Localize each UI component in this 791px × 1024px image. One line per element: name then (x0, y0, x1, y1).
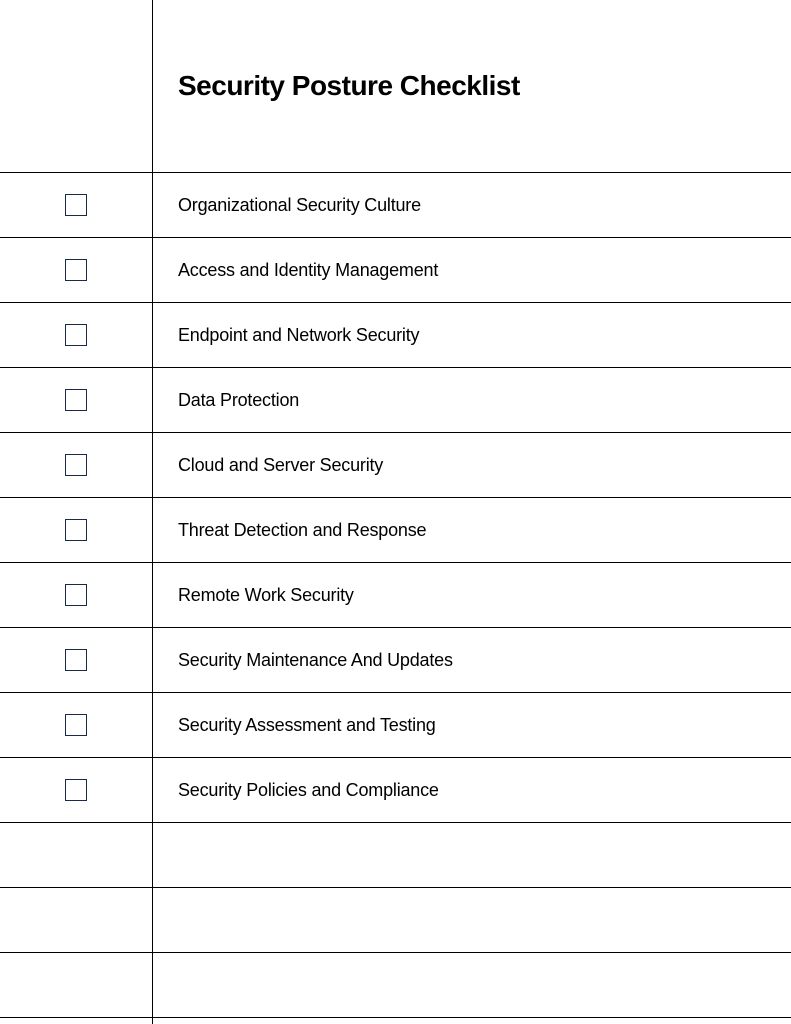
checkbox[interactable] (65, 714, 87, 736)
checklist-row: Threat Detection and Response (0, 498, 791, 563)
checklist-item-label: Threat Detection and Response (152, 520, 426, 541)
page: Security Posture Checklist Organizationa… (0, 0, 791, 1024)
checkbox[interactable] (65, 454, 87, 476)
page-title: Security Posture Checklist (178, 70, 520, 102)
checkbox-cell (0, 324, 152, 346)
checklist-item-label: Security Maintenance And Updates (152, 650, 453, 671)
checkbox-cell (0, 259, 152, 281)
checklist-item-label: Remote Work Security (152, 585, 354, 606)
checkbox[interactable] (65, 584, 87, 606)
checklist-item-label: Endpoint and Network Security (152, 325, 419, 346)
checkbox-cell (0, 454, 152, 476)
checklist: Organizational Security Culture Access an… (0, 172, 791, 1018)
vertical-divider (152, 0, 153, 1024)
checklist-row: Cloud and Server Security (0, 433, 791, 498)
checklist-item-label: Cloud and Server Security (152, 455, 383, 476)
checkbox[interactable] (65, 649, 87, 671)
checklist-row: Endpoint and Network Security (0, 303, 791, 368)
checkbox[interactable] (65, 779, 87, 801)
checklist-item-label: Security Policies and Compliance (152, 780, 439, 801)
checklist-row: Remote Work Security (0, 563, 791, 628)
checkbox[interactable] (65, 324, 87, 346)
checklist-row: Security Assessment and Testing (0, 693, 791, 758)
checklist-item-label: Organizational Security Culture (152, 195, 421, 216)
checkbox-cell (0, 714, 152, 736)
checklist-row: Data Protection (0, 368, 791, 433)
checkbox[interactable] (65, 519, 87, 541)
checklist-row (0, 823, 791, 888)
checklist-row (0, 953, 791, 1018)
checkbox-cell (0, 584, 152, 606)
checkbox[interactable] (65, 194, 87, 216)
checkbox[interactable] (65, 259, 87, 281)
checklist-row (0, 888, 791, 953)
checkbox-cell (0, 194, 152, 216)
checklist-row: Access and Identity Management (0, 238, 791, 303)
checkbox-cell (0, 779, 152, 801)
checklist-item-label: Security Assessment and Testing (152, 715, 436, 736)
header: Security Posture Checklist (0, 0, 791, 172)
checklist-item-label: Data Protection (152, 390, 299, 411)
checklist-item-label: Access and Identity Management (152, 260, 438, 281)
checkbox-cell (0, 389, 152, 411)
checklist-row: Security Policies and Compliance (0, 758, 791, 823)
checkbox-cell (0, 519, 152, 541)
checklist-row: Security Maintenance And Updates (0, 628, 791, 693)
checkbox-cell (0, 649, 152, 671)
checklist-row: Organizational Security Culture (0, 173, 791, 238)
checkbox[interactable] (65, 389, 87, 411)
